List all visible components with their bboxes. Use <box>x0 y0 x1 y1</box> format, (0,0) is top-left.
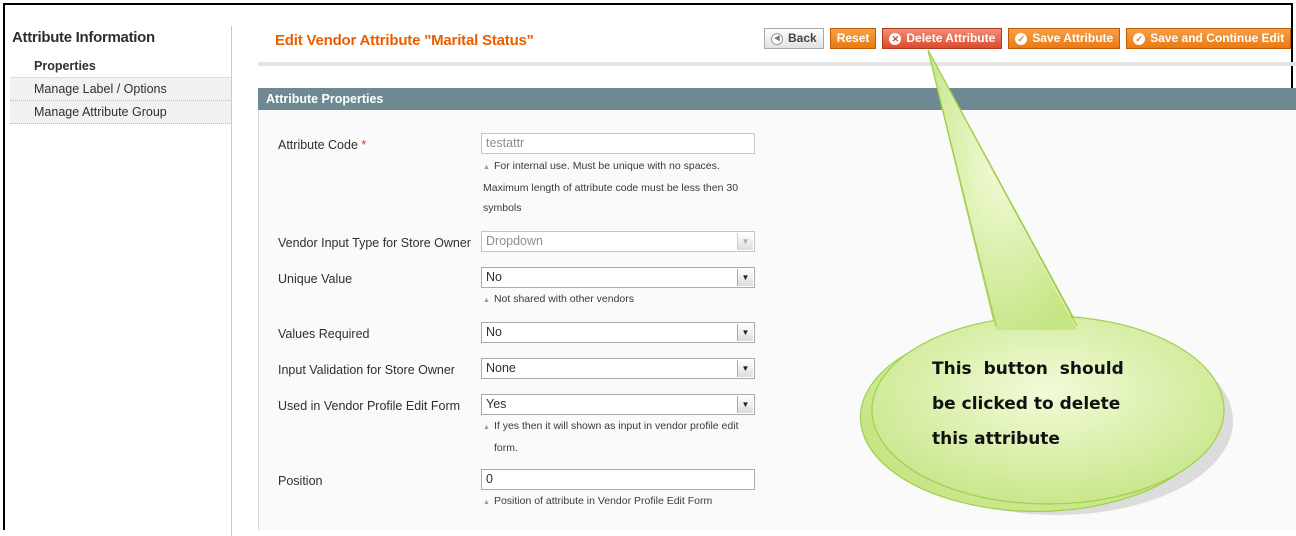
callout-line: be clicked to delete <box>932 394 1121 414</box>
callout-text: This button should be clicked to delete … <box>932 352 1172 457</box>
callout-line: This button should <box>932 359 1124 379</box>
callout-line: this attribute <box>932 429 1060 449</box>
